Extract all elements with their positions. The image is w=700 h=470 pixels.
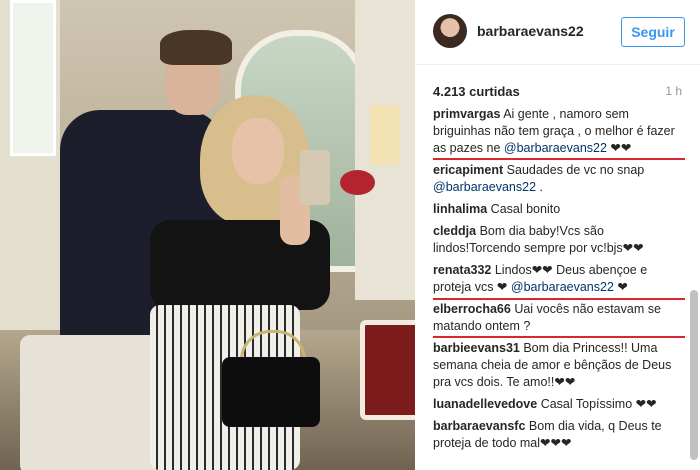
comment-suffix: . bbox=[536, 180, 543, 194]
profile-avatar-icon[interactable] bbox=[433, 14, 467, 48]
comments-list[interactable]: primvargas Ai gente , namoro sem briguin… bbox=[433, 106, 685, 470]
comment-item: barbaraevansfc Bom dia vida, q Deus te p… bbox=[433, 418, 685, 452]
post-header: barbaraevans22 Seguir bbox=[415, 0, 700, 65]
comment-user[interactable]: luanadellevedove bbox=[433, 397, 537, 411]
photo-phone bbox=[300, 150, 330, 205]
comment-user[interactable]: barbieevans31 bbox=[433, 341, 520, 355]
photo-lamp bbox=[370, 105, 400, 165]
comment-user[interactable]: ericapiment bbox=[433, 163, 503, 177]
comment-suffix: ❤ bbox=[613, 280, 628, 294]
comment-item: renata332 Lindos❤❤ Deus abençoe e protej… bbox=[433, 262, 685, 296]
comment-item: barbieevans31 Bom dia Princess!! Uma sem… bbox=[433, 340, 685, 391]
follow-button[interactable]: Seguir bbox=[621, 17, 685, 47]
comment-user[interactable]: primvargas bbox=[433, 107, 500, 121]
comment-text: Saudades de vc no snap bbox=[506, 163, 645, 177]
comment-text: Casal Topíssimo ❤❤ bbox=[540, 397, 657, 411]
comment-mention[interactable]: @barbaraevans22 bbox=[504, 141, 607, 155]
photo-woman-face bbox=[232, 118, 284, 184]
post-time: 1 h bbox=[665, 84, 682, 98]
comment-user[interactable]: linhalima bbox=[433, 202, 487, 216]
comment-user[interactable]: renata332 bbox=[433, 263, 491, 277]
comment-item: luanadellevedove Casal Topíssimo ❤❤ bbox=[433, 396, 685, 413]
username-link[interactable]: barbaraevans22 bbox=[477, 23, 584, 39]
comment-mention[interactable]: @barbaraevans22 bbox=[511, 280, 614, 294]
photo-window bbox=[10, 0, 56, 156]
likes-count[interactable]: 4.213 curtidas bbox=[433, 84, 520, 99]
photo-handbag bbox=[222, 357, 320, 427]
comment-suffix: ❤❤ bbox=[606, 141, 632, 155]
post-side-panel: barbaraevans22 Seguir 4.213 curtidas 1 h… bbox=[415, 0, 700, 470]
comment-item: primvargas Ai gente , namoro sem briguin… bbox=[433, 106, 685, 160]
photo-man-hair bbox=[160, 30, 232, 65]
comment-user[interactable]: cleddja bbox=[433, 224, 476, 238]
comment-item: elberrocha66 Uai vocês não estavam se ma… bbox=[433, 298, 685, 338]
post-photo[interactable] bbox=[0, 0, 415, 470]
comment-item: cleddja Bom dia baby!Vcs são lindos!Torc… bbox=[433, 223, 685, 257]
comment-user[interactable]: barbaraevansfc bbox=[433, 419, 525, 433]
photo-flowers bbox=[340, 170, 375, 195]
comment-item: ericapiment Saudades de vc no snap @barb… bbox=[433, 162, 685, 196]
comment-item: linhalima Casal bonito bbox=[433, 201, 685, 218]
photo-chair bbox=[360, 320, 415, 420]
comments-scrollbar[interactable] bbox=[690, 290, 698, 460]
comment-text: Casal bonito bbox=[490, 202, 561, 216]
comment-user[interactable]: elberrocha66 bbox=[433, 302, 511, 316]
comment-mention[interactable]: @barbaraevans22 bbox=[433, 180, 536, 194]
